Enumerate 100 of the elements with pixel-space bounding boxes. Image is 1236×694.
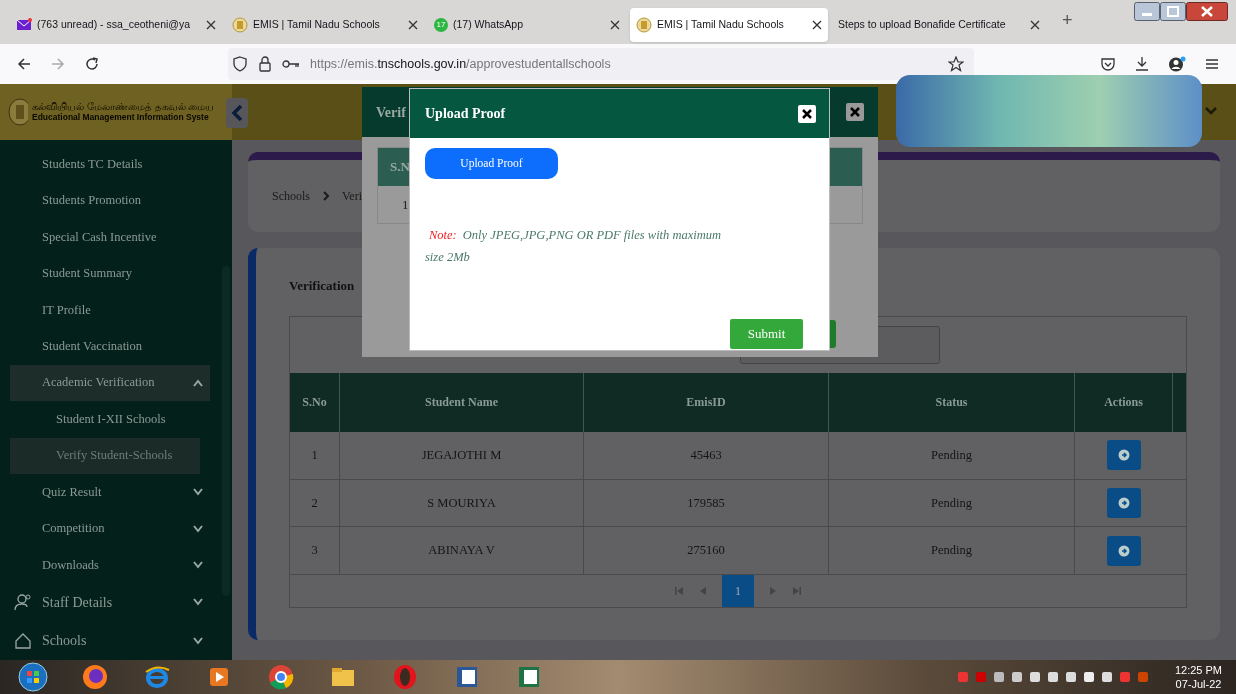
- clock-time: 12:25 PM: [1174, 663, 1222, 677]
- house-icon: [14, 631, 32, 650]
- tab-title: (763 unread) - ssa_ceotheni@ya: [37, 17, 192, 33]
- minimize-icon[interactable]: [1134, 2, 1160, 21]
- table-cell: JEGAJOTHI M: [340, 432, 584, 479]
- pocket-icon[interactable]: [1100, 56, 1116, 72]
- sidebar-item[interactable]: IT Profile: [10, 291, 210, 329]
- close-icon[interactable]: [812, 20, 822, 30]
- sidebar-item[interactable]: Special Cash Incentive: [10, 218, 210, 256]
- tab-title: Steps to upload Bonafide Certificate: [838, 17, 1007, 33]
- url-text: https://emis.tnschools.gov.in/approvestudentallschools: [310, 55, 612, 73]
- column-header: Student Name: [340, 372, 584, 433]
- close-icon[interactable]: [1030, 20, 1040, 30]
- browser-tab[interactable]: Steps to upload Bonafide Certificate: [832, 8, 1046, 42]
- chat-badge-icon: 17: [434, 18, 448, 32]
- browser-tab[interactable]: (763 unread) - ssa_ceotheni@ya: [10, 8, 222, 42]
- table-cell: 2: [290, 479, 340, 527]
- page-button[interactable]: 1: [722, 575, 754, 607]
- sidebar-item[interactable]: Downloads: [10, 546, 210, 584]
- tray-icon[interactable]: [1046, 671, 1059, 683]
- last-page-icon: [792, 586, 802, 596]
- tab-title: EMIS | Tamil Nadu Schools: [253, 17, 381, 33]
- mail-icon: [16, 17, 32, 33]
- site-title: Educational Management Information Syste: [32, 112, 210, 123]
- menu-icon[interactable]: [1204, 56, 1220, 72]
- view-button[interactable]: [1107, 535, 1141, 566]
- column-header: S.No: [290, 372, 340, 433]
- tray-icon[interactable]: [1028, 671, 1041, 683]
- sidebar-item[interactable]: Schools: [10, 621, 210, 660]
- address-bar[interactable]: https://emis.tnschools.gov.in/approvestudentallschools: [228, 48, 974, 80]
- tray-icon[interactable]: [1064, 671, 1077, 683]
- close-icon[interactable]: [610, 20, 620, 30]
- sidebar-subitem[interactable]: Verify Student-Schools: [10, 437, 200, 474]
- dialog-title: Verif: [376, 103, 406, 122]
- clock-date: 07-Jul-22: [1175, 677, 1222, 691]
- emblem-icon: [8, 98, 28, 126]
- sidebar-item[interactable]: Students Promotion: [10, 182, 210, 219]
- view-button[interactable]: [1107, 440, 1141, 471]
- table-cell-text: 1: [402, 195, 409, 214]
- star-icon[interactable]: [948, 56, 964, 72]
- shield-icon: [232, 56, 248, 72]
- table-cell: S MOURIYA: [340, 479, 584, 527]
- emblem-icon: [636, 17, 652, 33]
- close-icon[interactable]: [206, 20, 216, 30]
- back-arrow-icon[interactable]: [16, 56, 32, 72]
- upload-proof-button[interactable]: Upload Proof: [425, 148, 558, 179]
- column-header: S.N: [390, 158, 410, 177]
- close-icon[interactable]: [408, 20, 418, 30]
- tray-icon[interactable]: [1082, 671, 1095, 683]
- close-button[interactable]: [846, 103, 864, 121]
- sidebar-item[interactable]: Staff Details: [10, 583, 210, 622]
- sidebar-item[interactable]: Student Vaccination: [10, 328, 210, 365]
- table-cell: Pending: [829, 432, 1075, 479]
- tab-title: (17) WhatsApp: [453, 17, 525, 33]
- submit-button[interactable]: Submit: [730, 319, 803, 349]
- arrow-circle-icon: [1118, 544, 1130, 557]
- arrow-circle-icon: [1118, 497, 1130, 510]
- column-header: EmisID: [584, 372, 829, 433]
- sidebar-item[interactable]: Quiz Result: [10, 473, 210, 511]
- emblem-icon: [232, 17, 248, 33]
- reload-icon[interactable]: [84, 56, 100, 72]
- table-cell: 3: [290, 527, 340, 574]
- tray-icon[interactable]: [992, 671, 1005, 683]
- sidebar-subitem[interactable]: Student I-XII Schools: [10, 401, 200, 438]
- sidebar-item[interactable]: Academic Verification: [10, 364, 210, 402]
- browser-tab[interactable]: EMIS | Tamil Nadu Schools: [630, 8, 828, 42]
- arrow-circle-icon: [1118, 449, 1130, 462]
- close-icon: [802, 108, 812, 119]
- column-header: Actions: [1075, 372, 1173, 433]
- view-button[interactable]: [1107, 488, 1141, 519]
- tray-icon[interactable]: [1010, 671, 1023, 683]
- chevron-right-icon: [322, 191, 330, 201]
- browser-tab[interactable]: EMIS | Tamil Nadu Schools: [226, 8, 424, 42]
- table-cell: 45463: [584, 432, 829, 479]
- tab-title: EMIS | Tamil Nadu Schools: [657, 17, 785, 33]
- table-cell: 179585: [584, 479, 829, 527]
- new-tab-button[interactable]: +: [1062, 7, 1073, 34]
- close-button[interactable]: [798, 104, 816, 123]
- column-header: Status: [829, 372, 1075, 433]
- download-icon[interactable]: [1134, 56, 1150, 72]
- browser-icon[interactable]: [80, 662, 110, 692]
- person-icon: [14, 593, 32, 612]
- maximize-icon[interactable]: [1160, 2, 1186, 21]
- account-icon[interactable]: [1168, 56, 1186, 72]
- browser-icon[interactable]: [266, 662, 296, 692]
- padlock-icon: [258, 56, 272, 72]
- table-cell: 275160: [584, 527, 829, 574]
- close-icon[interactable]: [1186, 2, 1228, 21]
- browser-tab[interactable]: 17 (17) WhatsApp: [428, 8, 626, 42]
- sidebar-toggle-button[interactable]: [226, 98, 248, 128]
- sidebar-item[interactable]: Student Summary: [10, 255, 210, 292]
- tray-icon[interactable]: [1100, 671, 1113, 683]
- start-button-icon[interactable]: [18, 662, 48, 692]
- sidebar-item[interactable]: Students TC Details: [10, 146, 210, 183]
- card-title: Verification: [289, 277, 356, 295]
- file-note: Note: Only JPEG,JPG,PNG OR PDF files with maximum size 2Mb: [425, 227, 723, 266]
- sidebar-item[interactable]: Competition: [10, 510, 210, 547]
- first-page-icon: [674, 586, 684, 596]
- dialog-title: Upload Proof: [425, 105, 507, 123]
- close-icon: [850, 107, 860, 117]
